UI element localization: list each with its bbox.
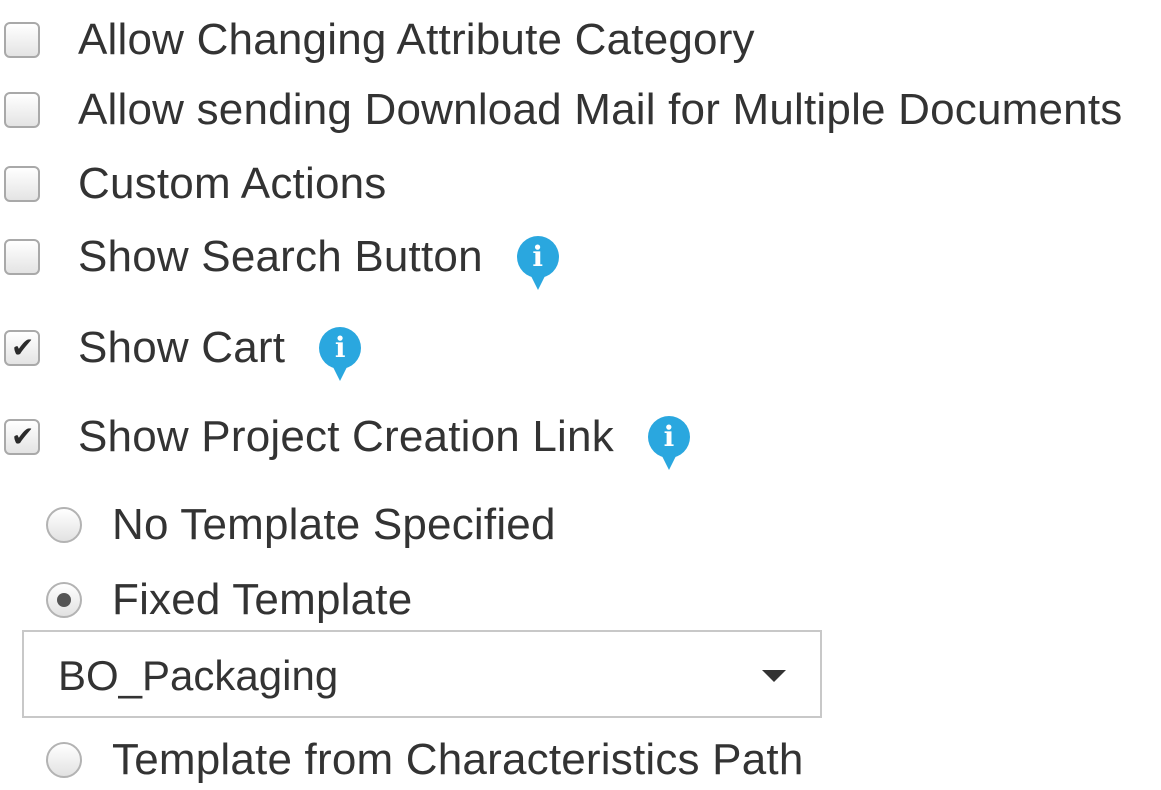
option-show-cart[interactable]: ✔ Show Cart i — [0, 318, 362, 381]
option-show-project-creation-link[interactable]: ✔ Show Project Creation Link i — [0, 407, 690, 470]
checkbox[interactable] — [4, 166, 40, 202]
option-allow-changing-attribute-category[interactable]: Allow Changing Attribute Category — [0, 10, 755, 70]
option-show-search-button[interactable]: Show Search Button i — [0, 227, 559, 290]
option-label: Show Search Button — [78, 232, 483, 281]
radio-dot — [57, 593, 71, 607]
checkbox[interactable] — [4, 239, 40, 275]
info-icon[interactable]: i — [647, 416, 690, 470]
option-custom-actions[interactable]: Custom Actions — [0, 154, 386, 214]
radio-button[interactable] — [46, 742, 82, 778]
checkmark-icon: ✔ — [11, 420, 35, 453]
option-label: Allow Changing Attribute Category — [78, 15, 755, 64]
radio-template-from-characteristics-path[interactable]: Template from Characteristics Path — [46, 730, 804, 790]
info-glyph: i — [334, 331, 346, 364]
option-label: Show Project Creation Link — [78, 412, 614, 461]
template-select[interactable]: BO_Packaging — [22, 630, 822, 718]
radio-button[interactable] — [46, 507, 82, 543]
radio-label: Template from Characteristics Path — [112, 735, 804, 784]
info-glyph: i — [532, 240, 544, 273]
option-label: Show Cart — [78, 323, 286, 372]
checkbox-checked[interactable]: ✔ — [4, 419, 40, 455]
radio-fixed-template[interactable]: Fixed Template — [46, 570, 412, 630]
checkbox-checked[interactable]: ✔ — [4, 330, 40, 366]
option-allow-sending-download-mail[interactable]: Allow sending Download Mail for Multiple… — [0, 80, 1122, 140]
checkbox[interactable] — [4, 22, 40, 58]
checkmark-icon: ✔ — [11, 331, 35, 364]
template-select-value: BO_Packaging — [58, 652, 339, 699]
option-label: Custom Actions — [78, 159, 387, 208]
checkbox[interactable] — [4, 92, 40, 128]
radio-button-selected[interactable] — [46, 582, 82, 618]
info-icon[interactable]: i — [319, 327, 362, 381]
radio-label: Fixed Template — [112, 575, 413, 624]
option-label: Allow sending Download Mail for Multiple… — [78, 85, 1123, 134]
radio-no-template-specified[interactable]: No Template Specified — [46, 495, 556, 555]
info-icon[interactable]: i — [516, 236, 559, 290]
radio-label: No Template Specified — [112, 500, 556, 549]
chevron-down-icon[interactable] — [762, 670, 786, 682]
info-glyph: i — [663, 420, 675, 453]
